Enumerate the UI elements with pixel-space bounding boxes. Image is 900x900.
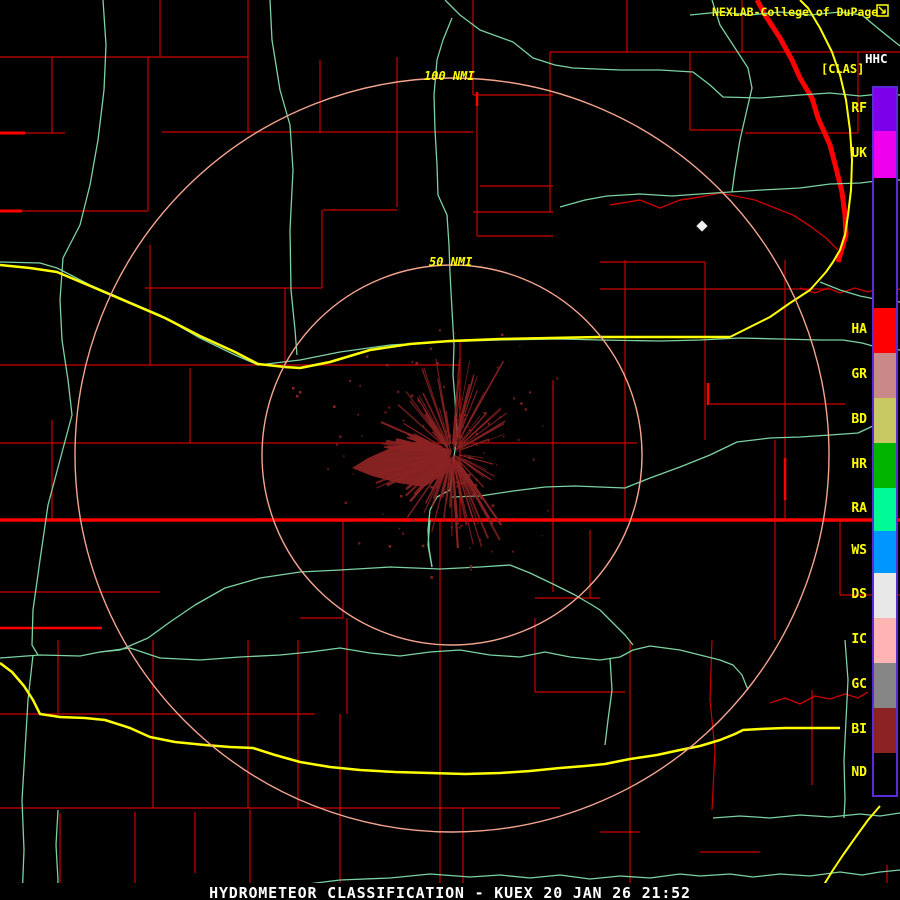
legend-label-rf: RF (851, 100, 867, 116)
classification-tag: [CLAS] (821, 62, 865, 76)
point-marker-diamond (696, 220, 708, 232)
river-boundaries (609, 192, 900, 705)
bottom-title-bar: HYDROMETEOR CLASSIFICATION - KUEX 20 JAN… (0, 883, 900, 900)
legend-swatch-gr (874, 353, 896, 398)
legend-label-ds: DS (851, 586, 867, 602)
legend-label-hr: HR (851, 456, 867, 472)
legend-label-nd: ND (851, 765, 867, 780)
legend-color-bar (872, 86, 898, 797)
radar-display[interactable]: NEXLAB-College of DuPage [CLAS] HHC 100 … (0, 0, 900, 900)
range-rings (74, 77, 830, 833)
product-code-label: HHC (865, 51, 888, 66)
legend-label-ws: WS (851, 543, 867, 558)
legend-swatch-bd (874, 398, 896, 443)
range-ring-label-50nmi: 50 NMI (429, 255, 473, 269)
product-title: HYDROMETEOR CLASSIFICATION - KUEX 20 JAN… (209, 884, 691, 900)
legend-swatch-ws (874, 531, 896, 573)
legend-label-gc: GC (851, 676, 867, 692)
legend-swatch-ha (874, 308, 896, 353)
legend-label-bi: BI (851, 721, 867, 737)
legend-swatch-hr (874, 443, 896, 488)
legend-swatch-ds (874, 573, 896, 618)
legend-swatch-uk (874, 131, 896, 178)
legend-label-ic: IC (851, 631, 867, 647)
radar-echoes (292, 329, 559, 579)
legend-label-bd: BD (851, 411, 867, 427)
legend-label-ra: RA (851, 500, 867, 516)
legend-swatch-bi (874, 708, 896, 753)
range-ring-label-100nmi: 100 NMI (424, 69, 475, 83)
legend-label-gr: GR (851, 366, 867, 382)
nexlab-logo-icon (876, 4, 889, 17)
source-label: NEXLAB-College of DuPage (712, 5, 879, 19)
legend-swatch-ic (874, 618, 896, 663)
legend-swatch-ra (874, 488, 896, 531)
legend-swatch-gc (874, 663, 896, 708)
radar-map (0, 0, 900, 900)
legend-swatch-rf (874, 88, 896, 131)
legend-label-ha: HA (851, 321, 867, 337)
legend-label-uk: UK (851, 145, 867, 161)
legend-swatch-nd (874, 753, 896, 795)
